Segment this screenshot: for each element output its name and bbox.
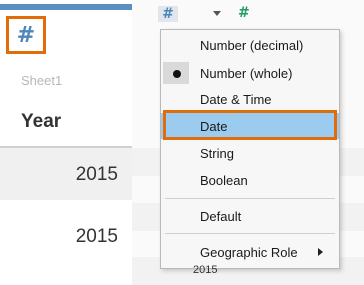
data-grid-column: # Sheet1 Year 2015 2015 [0, 0, 132, 272]
menu-item-date-time[interactable]: Date & Time [161, 86, 339, 112]
cell-value: 2015 [75, 164, 118, 185]
menu-item-string[interactable]: String [161, 140, 339, 166]
menu-separator [165, 233, 335, 234]
menu-item-label: Number (decimal) [200, 37, 304, 53]
data-type-context-menu: Number (decimal) Number (whole) Date & T… [160, 29, 340, 269]
menu-item-number-whole[interactable]: Number (whole) [161, 60, 339, 86]
number-type-icon-green[interactable]: # [238, 5, 250, 21]
menu-item-number-decimal[interactable]: Number (decimal) [161, 32, 339, 58]
column-top-strip [0, 4, 132, 10]
menu-item-label: Number (whole) [200, 65, 293, 81]
chevron-right-icon [318, 248, 323, 256]
cell-value: 2015 [75, 226, 118, 247]
menu-item-label: Date & Time [200, 91, 272, 107]
menu-item-label: Boolean [200, 172, 248, 188]
menu-item-geographic-role[interactable]: Geographic Role [161, 239, 339, 265]
menu-item-boolean[interactable]: Boolean [161, 167, 339, 193]
radio-bullet-icon [173, 70, 181, 78]
menu-item-label: String [200, 145, 234, 161]
column-header-year[interactable]: Year [21, 111, 61, 133]
menu-item-label: Default [200, 208, 242, 224]
menu-separator [165, 198, 335, 199]
number-type-icon[interactable]: # [6, 16, 46, 54]
chevron-down-icon[interactable] [213, 11, 221, 16]
data-type-button[interactable]: # [158, 6, 178, 22]
table-row: 2015 [0, 210, 132, 262]
partial-cell-value: 2015 [193, 264, 218, 276]
menu-item-label: Geographic Role [200, 244, 298, 260]
sheet-label: Sheet1 [21, 73, 63, 88]
table-row: 2015 [0, 148, 132, 200]
focus-highlight-outline [163, 110, 337, 140]
menu-item-default[interactable]: Default [161, 203, 339, 229]
